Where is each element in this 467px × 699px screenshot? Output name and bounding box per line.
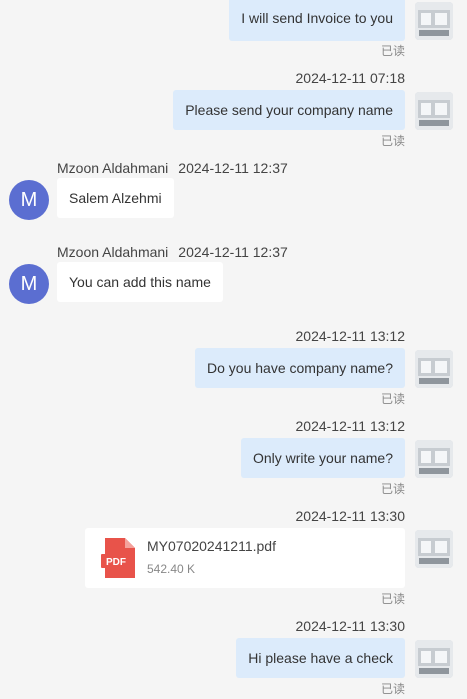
file-name: MY07020241211.pdf bbox=[147, 538, 276, 554]
pdf-icon-label: PDF bbox=[106, 557, 126, 568]
user-avatar[interactable] bbox=[415, 640, 453, 678]
message-bubble[interactable]: Please send your company name bbox=[173, 90, 405, 130]
sender-avatar[interactable]: M bbox=[9, 264, 49, 304]
message-meta: Mzoon Aldahmani 2024-12-11 12:37 bbox=[57, 160, 288, 176]
read-status: 已读 bbox=[380, 44, 405, 58]
office-photo-icon bbox=[415, 530, 453, 568]
message-bubble[interactable]: I will send Invoice to you bbox=[229, 0, 405, 41]
sender-name: Mzoon Aldahmani bbox=[57, 160, 169, 176]
message-time: 2024-12-11 13:12 bbox=[295, 328, 406, 344]
read-status: 已读 bbox=[380, 392, 405, 406]
pdf-file-icon: PDF bbox=[101, 538, 135, 578]
message-time: 2024-12-11 13:30 bbox=[295, 508, 406, 524]
message-bubble[interactable]: Only write your name? bbox=[240, 438, 405, 478]
sender-avatar[interactable]: M bbox=[9, 180, 49, 220]
office-photo-icon bbox=[415, 440, 453, 478]
file-attachment[interactable]: PDF MY07020241211.pdf 542.40 K bbox=[85, 528, 405, 588]
message-time: 2024-12-11 13:12 bbox=[295, 418, 406, 434]
message-meta: Mzoon Aldahmani 2024-12-11 12:37 bbox=[57, 244, 288, 260]
chat-history: I will send Invoice to you 已读 2024-12-11… bbox=[0, 0, 467, 699]
message-bubble[interactable]: Salem Alzehmi bbox=[57, 178, 174, 218]
read-status: 已读 bbox=[380, 482, 405, 496]
office-photo-icon bbox=[415, 350, 453, 388]
read-status: 已读 bbox=[380, 134, 405, 148]
user-avatar[interactable] bbox=[415, 2, 453, 40]
read-status: 已读 bbox=[380, 682, 405, 696]
user-avatar[interactable] bbox=[415, 530, 453, 568]
office-photo-icon bbox=[415, 640, 453, 678]
read-status: 已读 bbox=[380, 592, 405, 606]
sender-name: Mzoon Aldahmani bbox=[57, 244, 169, 260]
message-time: 2024-12-11 12:37 bbox=[178, 160, 288, 176]
user-avatar[interactable] bbox=[415, 440, 453, 478]
message-time: 2024-12-11 13:30 bbox=[295, 618, 406, 634]
user-avatar[interactable] bbox=[415, 92, 453, 130]
file-size: 542.40 K bbox=[147, 562, 196, 576]
message-bubble[interactable]: Hi please have a check bbox=[236, 638, 405, 678]
message-time: 2024-12-11 07:18 bbox=[295, 70, 406, 86]
message-bubble[interactable]: Do you have company name? bbox=[195, 348, 405, 388]
office-photo-icon bbox=[415, 2, 453, 40]
message-bubble[interactable]: You can add this name bbox=[57, 262, 223, 302]
office-photo-icon bbox=[415, 92, 453, 130]
message-time: 2024-12-11 12:37 bbox=[178, 244, 288, 260]
user-avatar[interactable] bbox=[415, 350, 453, 388]
